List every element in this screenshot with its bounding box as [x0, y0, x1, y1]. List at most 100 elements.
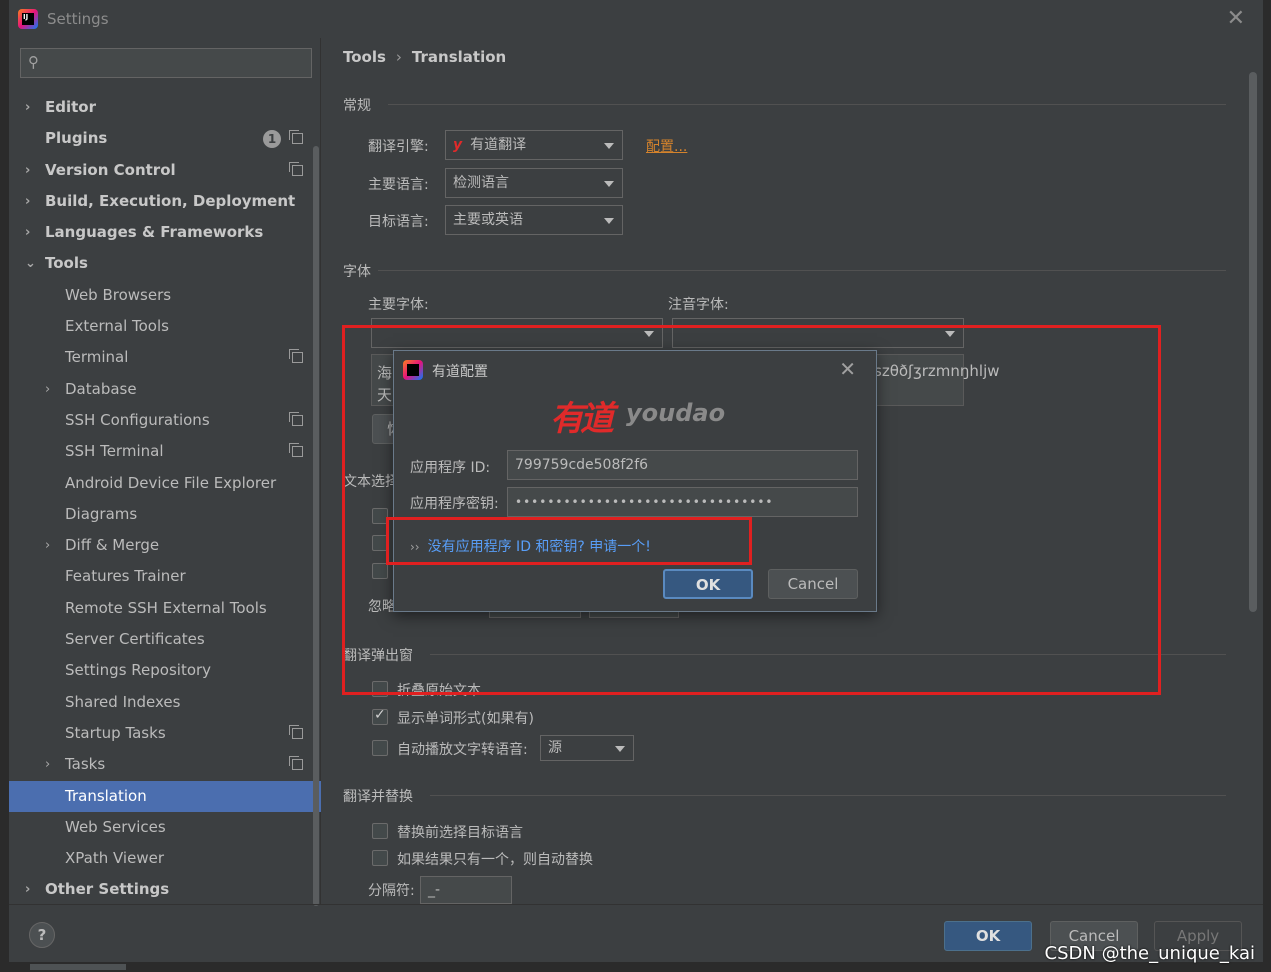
sidebar-item-remote-ssh-external-tools[interactable]: Remote SSH External Tools — [9, 593, 321, 624]
chevron-right-icon[interactable]: › — [25, 217, 30, 248]
sidebar-item-label: Plugins — [45, 129, 108, 148]
chevron-right-icon[interactable]: › — [25, 92, 30, 123]
primary-language-combobox[interactable]: 检测语言 — [445, 168, 623, 198]
sidebar-item-xpath-viewer[interactable]: XPath Viewer — [9, 843, 321, 874]
auto-tts-checkbox[interactable] — [372, 740, 388, 756]
project-settings-icon — [289, 161, 303, 176]
sidebar-item-build-execution-deployment[interactable]: › Build, Execution, Deployment — [9, 186, 321, 217]
updates-badge: 1 — [263, 130, 281, 149]
ide-scrollbar[interactable] — [30, 964, 126, 970]
sidebar-item-label: Diff & Merge — [65, 536, 160, 555]
chevron-down-icon — [615, 746, 625, 752]
project-settings-icon — [289, 130, 303, 145]
chevron-right-icon[interactable]: › — [45, 749, 50, 780]
ide-left-edge — [0, 0, 9, 972]
sidebar-item-version-control[interactable]: › Version Control — [9, 155, 321, 186]
sidebar-item-label: Android Device File Explorer — [65, 473, 277, 492]
project-settings-icon — [289, 443, 303, 458]
close-icon[interactable]: ✕ — [1227, 6, 1245, 31]
settings-tree: › Editor Plugins 1 › Version Control › Build, E… — [9, 92, 321, 906]
section-divider — [388, 104, 1226, 105]
ok-button[interactable]: OK — [944, 921, 1032, 951]
separator-label: 分隔符: — [368, 883, 415, 899]
sidebar-item-editor[interactable]: › Editor — [9, 92, 321, 123]
intellij-logo-icon — [403, 360, 423, 380]
app-id-field[interactable]: 799759cde508f2f6 — [507, 450, 858, 480]
search-icon: ⚲ — [28, 53, 39, 71]
sidebar-item-label: Startup Tasks — [65, 723, 166, 742]
sidebar-item-database[interactable]: › Database — [9, 374, 321, 405]
sidebar-item-tools[interactable]: ⌄ Tools — [9, 248, 321, 279]
target-language-combobox[interactable]: 主要或英语 — [445, 205, 623, 235]
tts-source-value: 源 — [548, 740, 562, 756]
sidebar-item-plugins[interactable]: Plugins 1 — [9, 123, 321, 154]
sidebar-item-translation[interactable]: Translation — [9, 780, 321, 812]
sidebar-item-label: Diagrams — [65, 504, 138, 523]
section-divider — [430, 795, 1226, 796]
auto-replace-checkbox[interactable] — [372, 850, 388, 866]
sidebar-item-diagrams[interactable]: Diagrams — [9, 499, 321, 530]
sidebar-item-tasks[interactable]: › Tasks — [9, 749, 321, 780]
sidebar-item-startup-tasks[interactable]: Startup Tasks — [9, 718, 321, 749]
breadcrumb-parent[interactable]: Tools — [343, 48, 386, 66]
tts-source-combobox[interactable]: 源 — [540, 735, 634, 761]
sidebar-item-label: Settings Repository — [65, 661, 212, 680]
project-settings-icon — [289, 349, 303, 364]
config-link[interactable]: 配置... — [646, 136, 687, 156]
sidebar-item-other-settings[interactable]: › Other Settings — [9, 874, 321, 905]
sidebar-scrollbar[interactable] — [313, 146, 319, 906]
show-word-forms-checkbox[interactable] — [372, 707, 388, 725]
sidebar-item-label: Languages & Frameworks — [45, 223, 264, 242]
section-replace-title: 翻译并替换 — [343, 789, 413, 805]
sidebar-item-label: Editor — [45, 98, 96, 116]
chevron-right-icon[interactable]: › — [45, 374, 50, 405]
dialog-title: 有道配置 — [432, 364, 488, 380]
sidebar-item-label: Features Trainer — [65, 567, 186, 586]
sidebar-item-label: Web Browsers — [65, 285, 172, 304]
csdn-watermark: CSDN @the_unique_kai — [1044, 943, 1255, 964]
chevron-right-icon[interactable]: › — [25, 874, 30, 905]
chevron-down-icon — [604, 143, 614, 149]
sidebar-item-web-browsers[interactable]: Web Browsers — [9, 280, 321, 311]
sidebar-item-label: Terminal — [65, 348, 129, 367]
sidebar-item-external-tools[interactable]: External Tools — [9, 311, 321, 342]
chevron-right-icon[interactable]: › — [25, 186, 30, 217]
breadcrumb-current: Translation — [411, 48, 507, 66]
chevron-down-icon — [604, 218, 614, 224]
breadcrumb-separator: › — [395, 48, 402, 66]
sidebar-item-features-trainer[interactable]: Features Trainer — [9, 561, 321, 592]
sidebar-item-label: Tasks — [65, 755, 106, 774]
close-icon[interactable]: ✕ — [839, 357, 856, 381]
sidebar-item-web-services[interactable]: Web Services — [9, 812, 321, 843]
primary-language-label: 主要语言: — [368, 177, 429, 193]
sidebar-item-diff-merge[interactable]: › Diff & Merge — [9, 530, 321, 561]
sidebar-item-ssh-configurations[interactable]: SSH Configurations — [9, 405, 321, 436]
sidebar-item-terminal[interactable]: Terminal — [9, 342, 321, 373]
chevron-right-icon[interactable]: › — [25, 155, 30, 186]
content-scrollbar[interactable] — [1249, 72, 1257, 612]
sidebar-item-server-certificates[interactable]: Server Certificates — [9, 624, 321, 655]
engine-combobox[interactable]: y 有道翻译 — [445, 130, 623, 160]
sidebar-item-settings-repository[interactable]: Settings Repository — [9, 655, 321, 686]
dialog-cancel-button[interactable]: Cancel — [768, 569, 858, 599]
separator-field[interactable]: _- — [420, 876, 512, 904]
dialog-ok-button[interactable]: OK — [663, 569, 753, 599]
window-title: Settings — [47, 10, 109, 28]
chevron-down-icon — [604, 181, 614, 187]
app-key-label: 应用程序密钥: — [410, 496, 499, 512]
select-target-checkbox[interactable] — [372, 823, 388, 839]
sidebar-item-ssh-terminal[interactable]: SSH Terminal — [9, 436, 321, 467]
app-key-field[interactable]: •••••••••••••••••••••••••••••••• — [507, 487, 858, 517]
section-divider — [378, 270, 1226, 271]
sidebar-item-shared-indexes[interactable]: Shared Indexes — [9, 687, 321, 718]
help-icon[interactable]: ? — [29, 922, 55, 948]
app-id-label: 应用程序 ID: — [410, 460, 491, 476]
youdao-logo-en: youdao — [626, 399, 726, 427]
search-input[interactable]: ⚲ — [20, 48, 312, 78]
sidebar-item-languages-frameworks[interactable]: › Languages & Frameworks — [9, 217, 321, 248]
sidebar-item-label: SSH Terminal — [65, 442, 164, 461]
sidebar-item-label: Tools — [45, 254, 88, 273]
sidebar-item-android-device-file-explorer[interactable]: Android Device File Explorer — [9, 468, 321, 499]
chevron-right-icon[interactable]: › — [45, 530, 50, 561]
chevron-down-icon[interactable]: ⌄ — [25, 248, 36, 279]
